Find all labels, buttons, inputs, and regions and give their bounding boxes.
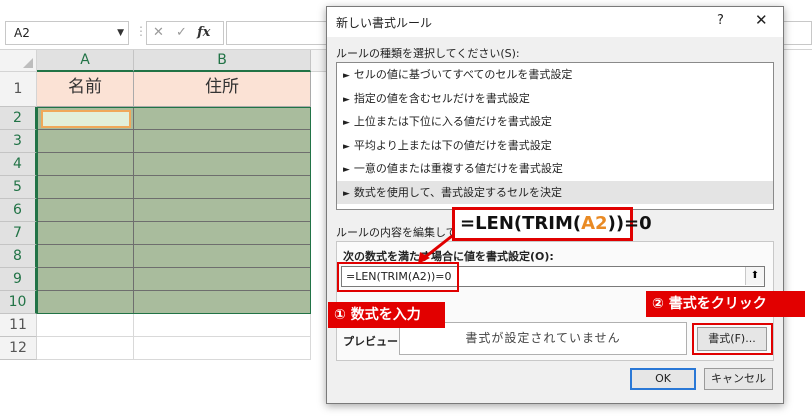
callout-ref: A2 [581,213,608,234]
cell-a8[interactable] [37,245,134,268]
cancel-icon[interactable]: ✕ [153,25,164,40]
cell-a3[interactable] [37,130,134,153]
cell-a7[interactable] [37,222,134,245]
dialog-title: 新しい書式ルール [336,16,433,30]
row-header-6[interactable]: 6 [0,199,37,222]
step1-badge: ① 数式を入力 [328,302,445,328]
cell-a1[interactable]: 名前 [37,72,134,107]
row-header-2[interactable]: 2 [0,107,37,130]
preview-label: プレビュー: [343,335,403,348]
rule-type-item-label: 平均より上または下の値だけを書式設定 [353,138,552,152]
ok-button[interactable]: OK [630,368,696,390]
rule-type-item[interactable]: ► 上位または下位に入る値だけを書式設定 [337,110,773,134]
cell-b12[interactable] [134,337,311,360]
name-box[interactable]: A2 ▼ [5,21,129,45]
cell-b3[interactable] [134,130,311,153]
arrow-right-icon: ► [343,118,350,128]
cell-b4[interactable] [134,153,311,176]
row-header-3[interactable]: 3 [0,130,37,153]
cancel-button[interactable]: キャンセル [704,368,773,390]
rule-type-item-label: 指定の値を含むセルだけを書式設定 [353,91,530,105]
cell-a5[interactable] [37,176,134,199]
cell-a11[interactable] [37,314,134,337]
drag-handle-icon: ⋮ [135,24,147,38]
cell-b8[interactable] [134,245,311,268]
arrow-right-icon: ► [343,94,350,105]
formula-buttons: ✕ ✓ fx [146,21,224,45]
rule-type-item[interactable]: ► 平均より上または下の値だけを書式設定 [337,134,773,158]
rule-type-label: ルールの種類を選択してください(S): [336,47,520,60]
row-header-11[interactable]: 11 [0,314,37,337]
row-header-9[interactable]: 9 [0,268,37,291]
row-header-4[interactable]: 4 [0,153,37,176]
row-header-8[interactable]: 8 [0,245,37,268]
arrow-right-icon: ► [343,71,350,81]
rule-type-item[interactable]: ► セルの値に基づいてすべてのセルを書式設定 [337,63,773,87]
chevron-down-icon[interactable]: ▼ [117,22,124,44]
callout-prefix: =LEN(TRIM( [460,213,582,234]
rule-type-item[interactable]: ► 指定の値を含むセルだけを書式設定 [337,87,773,111]
cell-a12[interactable] [37,337,134,360]
arrow-right-icon: ► [343,188,350,199]
arrow-right-icon: ► [343,165,350,175]
dialog-titlebar[interactable]: 新しい書式ルール ? ✕ [327,7,783,37]
cell-b7[interactable] [134,222,311,245]
formula-callout: =LEN(TRIM(A2))=0 [452,207,652,241]
rule-type-item-label: 数式を使用して、書式設定するセルを決定 [353,185,563,199]
select-all-button[interactable] [0,50,37,72]
cell-b2[interactable] [134,107,311,130]
column-header-a[interactable]: A [37,50,134,72]
row-header-10[interactable]: 10 [0,291,37,314]
column-header-b[interactable]: B [134,50,311,72]
rule-type-list[interactable]: ► セルの値に基づいてすべてのセルを書式設定 ► 指定の値を含むセルだけを書式設定 … [336,62,774,210]
cell-a9[interactable] [37,268,134,291]
active-cell-a2[interactable] [41,110,131,128]
collapse-dialog-icon[interactable]: ⬆ [745,267,764,285]
close-icon[interactable]: ✕ [755,11,768,29]
cell-b10[interactable] [134,291,311,314]
cell-b1[interactable]: 住所 [134,72,311,107]
cell-b11[interactable] [134,314,311,337]
cell-a4[interactable] [37,153,134,176]
row-header-1[interactable]: 1 [0,72,37,107]
rule-type-item[interactable]: ► 一意の値または重複する値だけを書式設定 [337,157,773,181]
cell-b9[interactable] [134,268,311,291]
format-button-highlight [692,323,773,355]
row-header-12[interactable]: 12 [0,337,37,360]
cell-b5[interactable] [134,176,311,199]
row-header-5[interactable]: 5 [0,176,37,199]
step2-badge: ② 書式をクリック [646,291,805,317]
callout-suffix: ))=0 [607,213,652,234]
cell-filler-a [37,360,134,420]
preview-text: 書式が設定されていません [465,331,621,345]
help-icon[interactable]: ? [717,13,724,28]
insert-function-icon[interactable]: fx [197,25,210,40]
check-icon[interactable]: ✓ [176,25,187,40]
cell-a6[interactable] [37,199,134,222]
cell-b6[interactable] [134,199,311,222]
row-header-7[interactable]: 7 [0,222,37,245]
rule-type-item-label: セルの値に基づいてすべてのセルを書式設定 [353,68,573,81]
rule-type-item-label: 上位または下位に入る値だけを書式設定 [353,115,552,128]
rule-type-item-selected[interactable]: ► 数式を使用して、書式設定するセルを決定 [337,180,773,204]
arrow-right-icon: ► [343,141,350,152]
formula-input-highlight [337,262,459,292]
cell-a10[interactable] [37,291,134,314]
rule-type-item-label: 一意の値または重複する値だけを書式設定 [353,162,563,175]
name-box-value: A2 [14,26,30,40]
